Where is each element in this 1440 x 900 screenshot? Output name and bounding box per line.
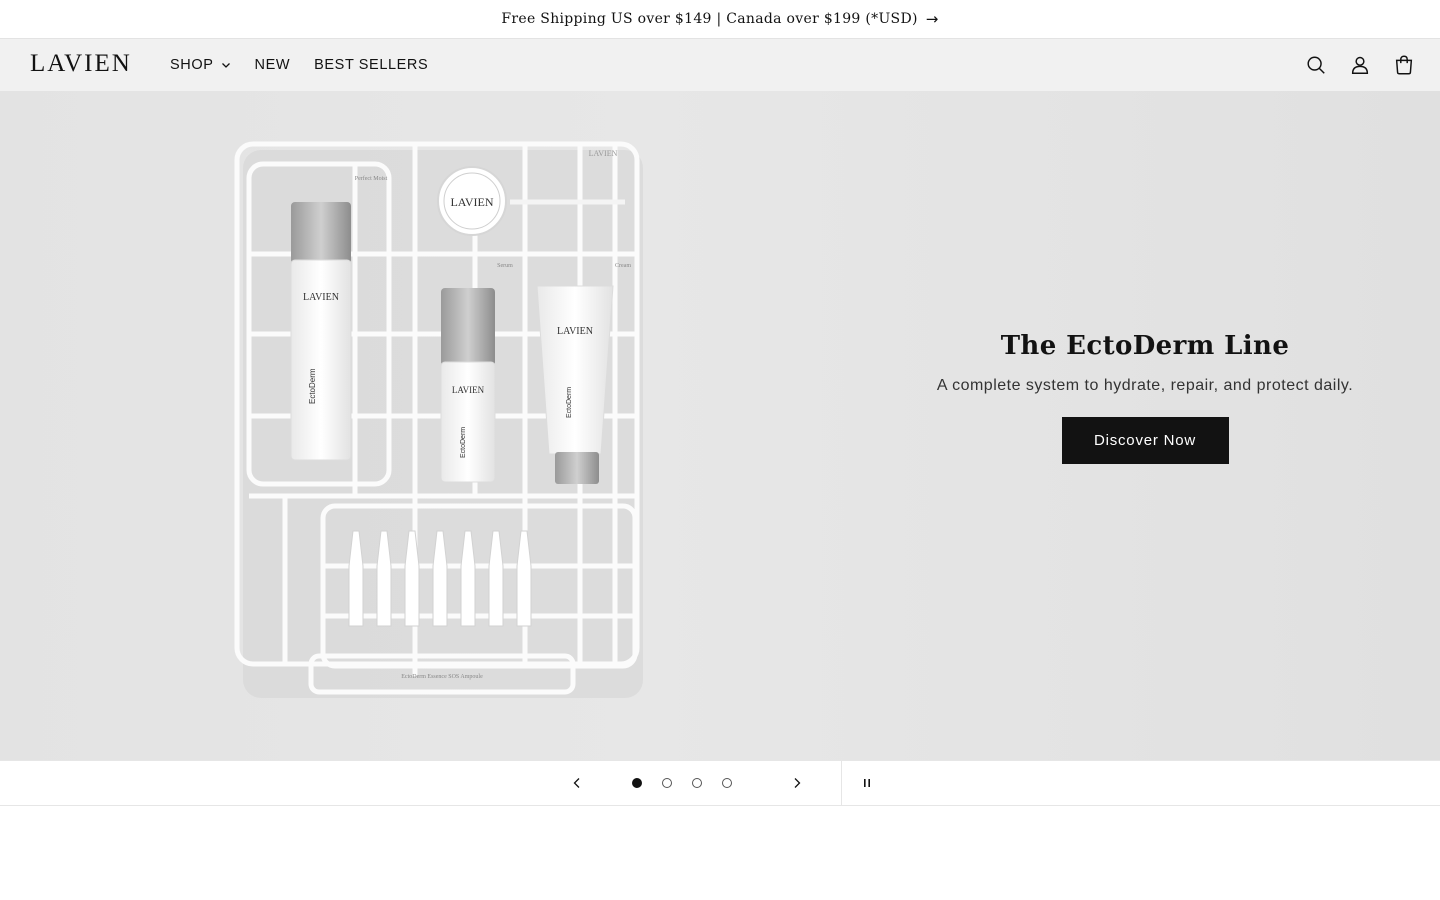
tag-serum: Serum — [497, 263, 513, 269]
tag-brand: LAVIEN — [589, 149, 618, 158]
nav-new-label: NEW — [254, 57, 291, 73]
slider-controls — [0, 760, 1440, 806]
nav-new[interactable]: NEW — [255, 57, 291, 73]
tag-cream: Cream — [615, 263, 631, 269]
search-icon[interactable] — [1304, 53, 1328, 77]
header-icons — [1304, 39, 1416, 91]
cream-brand: LAVIEN — [557, 326, 593, 337]
bottle-line: EctoDerm — [308, 368, 317, 404]
slide-dot-4[interactable] — [722, 778, 732, 788]
tag-mist: Perfect Moist — [355, 175, 388, 182]
bottle-brand: LAVIEN — [303, 292, 339, 303]
chevron-right-icon[interactable] — [786, 761, 808, 805]
product-kit-image: LAVIEN LAVIEN EctoDerm LAVIEN EctoDerm L… — [234, 141, 643, 698]
chevron-left-icon[interactable] — [566, 761, 588, 805]
cream-line: EctoDerm — [566, 387, 573, 418]
cart-icon[interactable] — [1392, 53, 1416, 77]
nav-best-sellers-label: BEST SELLERS — [314, 57, 429, 73]
announcement-bar[interactable]: Free Shipping US over $149 | Canada over… — [0, 0, 1440, 39]
pause-icon[interactable] — [856, 761, 878, 805]
slide-dots — [632, 761, 732, 805]
hero-content: The EctoDerm Line A complete system to h… — [900, 331, 1390, 464]
hero-banner: LAVIEN LAVIEN EctoDerm LAVIEN EctoDerm L… — [0, 91, 1440, 760]
serum-line: EctoDerm — [460, 427, 467, 458]
announcement-text: Free Shipping US over $149 | Canada over… — [501, 11, 918, 27]
slide-dot-2[interactable] — [662, 778, 672, 788]
slide-dot-1[interactable] — [632, 778, 642, 788]
site-header: LAVIEN SHOP NEW BEST SELLERS — [0, 39, 1440, 91]
chevron-down-icon — [221, 63, 230, 68]
hero-subtitle: A complete system to hydrate, repair, an… — [936, 377, 1354, 394]
slide-dot-3[interactable] — [692, 778, 702, 788]
tray-caption: EctoDerm Essence SOS Ampoule — [401, 674, 483, 680]
nav-shop[interactable]: SHOP — [170, 57, 231, 73]
account-icon[interactable] — [1348, 53, 1372, 77]
main-nav: SHOP NEW BEST SELLERS — [170, 39, 428, 91]
hero-title: The EctoDerm Line — [1000, 331, 1290, 361]
nav-shop-label: SHOP — [170, 57, 214, 73]
arrow-right-icon: → — [925, 10, 939, 28]
serum-brand: LAVIEN — [452, 385, 485, 395]
discover-now-button[interactable]: Discover Now — [1061, 417, 1229, 464]
jar-brand: LAVIEN — [450, 195, 493, 209]
slider-divider — [841, 761, 842, 805]
logo[interactable]: LAVIEN — [30, 50, 132, 78]
nav-best-sellers[interactable]: BEST SELLERS — [314, 57, 428, 73]
